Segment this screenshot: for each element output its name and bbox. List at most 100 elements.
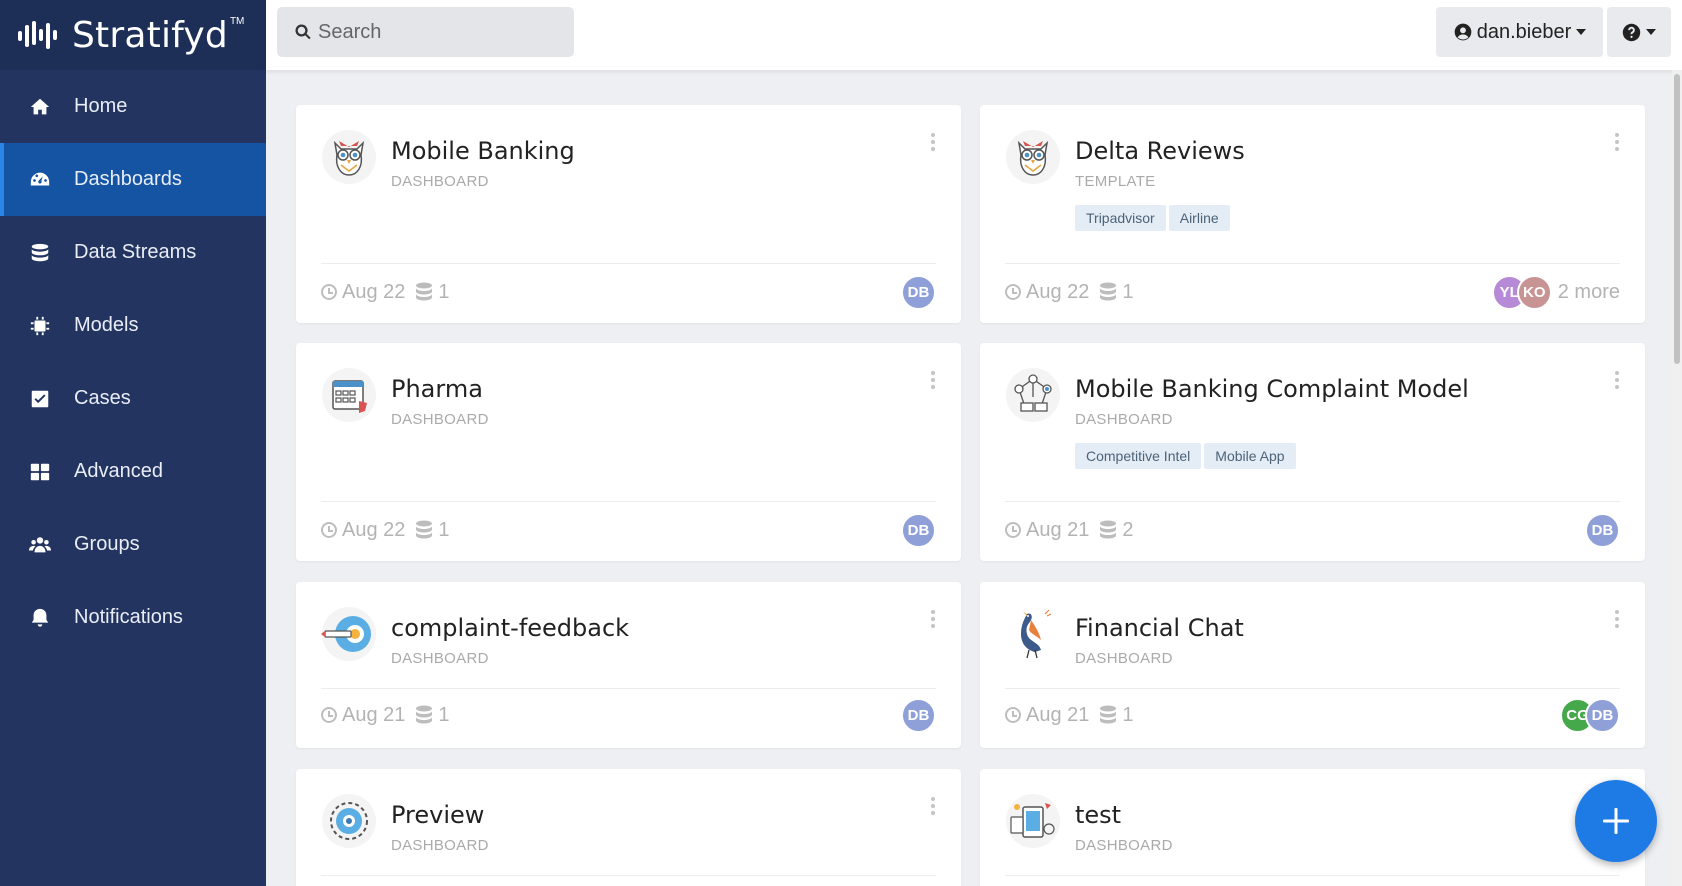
card-footer: Aug 21 1 CG DB — [1005, 697, 1620, 733]
card-meta: Aug 22 1 — [321, 519, 450, 542]
card-meta: Aug 21 1 — [321, 704, 450, 727]
database-icon — [1100, 705, 1117, 724]
card-title[interactable]: complaint-feedback — [391, 614, 629, 642]
search-input[interactable] — [318, 20, 558, 44]
users-icon — [28, 533, 52, 557]
card-divider — [1005, 875, 1620, 876]
grid-icon — [28, 460, 52, 484]
sidebar-item-label: Dashboards — [74, 168, 182, 190]
devices-thumbnail-icon — [1006, 794, 1060, 848]
topbar: dan.bieber — [266, 0, 1682, 70]
card-menu-kebab-icon[interactable] — [1614, 371, 1620, 389]
sidebar-item-notifications[interactable]: Notifications — [0, 581, 266, 654]
card-menu-kebab-icon[interactable] — [930, 797, 936, 815]
card-footer: Aug 22 1 YL KO 2 more — [1005, 274, 1620, 310]
more-owners-link[interactable]: 2 more — [1558, 281, 1620, 304]
search-box[interactable] — [277, 7, 574, 57]
card-footer: Aug 22 1 DB — [321, 274, 936, 310]
card-type: DASHBOARD — [391, 173, 489, 190]
database-icon — [1100, 282, 1117, 301]
card-tags: Competitive Intel Mobile App — [1075, 443, 1296, 469]
tag[interactable]: Competitive Intel — [1075, 443, 1202, 469]
sidebar-nav: Home Dashboards Data Streams Models Case… — [0, 70, 266, 654]
question-circle-icon — [1622, 23, 1641, 41]
dashboard-card[interactable]: complaint-feedback DASHBOARD Aug 21 1 DB — [296, 582, 961, 748]
card-date: Aug 21 — [342, 703, 406, 726]
card-meta: Aug 22 1 — [321, 281, 450, 304]
card-stream-count: 1 — [1122, 703, 1134, 726]
dashboard-card[interactable]: Mobile Banking DASHBOARD Aug 22 1 DB — [296, 105, 961, 323]
network-thumbnail-icon — [1006, 368, 1060, 422]
sidebar-item-groups[interactable]: Groups — [0, 508, 266, 581]
card-date: Aug 22 — [342, 518, 406, 541]
card-title[interactable]: Financial Chat — [1075, 614, 1244, 642]
sidebar-item-dashboards[interactable]: Dashboards — [0, 143, 266, 216]
brand-name: Stratifyd — [72, 14, 228, 56]
dashboard-card[interactable]: Preview DASHBOARD — [296, 769, 961, 886]
check-square-icon — [28, 387, 52, 411]
clock-icon — [321, 522, 337, 538]
card-date: Aug 21 — [1026, 703, 1090, 726]
dashboard-card[interactable]: Pharma DASHBOARD Aug 22 1 DB — [296, 343, 961, 561]
dashboard-card[interactable]: Mobile Banking Complaint Model DASHBOARD… — [980, 343, 1645, 561]
avatar[interactable]: DB — [1585, 697, 1620, 733]
card-menu-kebab-icon[interactable] — [930, 133, 936, 151]
database-icon — [1100, 520, 1117, 539]
card-title[interactable]: Preview — [391, 801, 484, 829]
chevron-down-icon — [1576, 29, 1587, 35]
tag[interactable]: Mobile App — [1204, 443, 1296, 469]
card-owners: YL KO 2 more — [1491, 274, 1620, 310]
dashboard-card[interactable]: test DASHBOARD — [980, 769, 1645, 886]
card-divider — [321, 688, 936, 689]
card-date: Aug 22 — [342, 280, 406, 303]
card-title[interactable]: Delta Reviews — [1075, 137, 1245, 165]
card-meta: Aug 22 1 — [1005, 281, 1134, 304]
target-thumbnail-icon — [321, 607, 376, 661]
card-meta: Aug 21 2 — [1005, 519, 1134, 542]
chevron-down-icon — [1646, 29, 1656, 35]
page-scrollbar[interactable] — [1672, 70, 1682, 886]
tag[interactable]: Tripadvisor — [1075, 205, 1166, 231]
avatar[interactable]: DB — [901, 274, 936, 310]
scrollbar-thumb[interactable] — [1674, 74, 1680, 364]
card-type: DASHBOARD — [1075, 837, 1173, 854]
card-title[interactable]: test — [1075, 801, 1121, 829]
sidebar-item-models[interactable]: Models — [0, 289, 266, 362]
card-divider — [1005, 688, 1620, 689]
card-meta: Aug 21 1 — [1005, 704, 1134, 727]
card-stream-count: 2 — [1122, 518, 1134, 541]
avatar[interactable]: KO — [1516, 274, 1552, 310]
avatar[interactable]: DB — [901, 697, 936, 733]
avatar[interactable]: DB — [1585, 512, 1620, 548]
card-divider — [1005, 501, 1620, 502]
card-menu-kebab-icon[interactable] — [930, 610, 936, 628]
avatar[interactable]: DB — [901, 512, 936, 548]
chip-icon — [28, 314, 52, 338]
create-dashboard-button[interactable] — [1575, 780, 1657, 862]
card-menu-kebab-icon[interactable] — [930, 371, 936, 389]
dashboard-card[interactable]: Delta Reviews TEMPLATE Tripadvisor Airli… — [980, 105, 1645, 323]
sidebar: Stratifyd TM Home Dashboards Data Stream… — [0, 0, 266, 886]
sidebar-item-label: Advanced — [74, 460, 163, 482]
card-stream-count: 1 — [438, 518, 450, 541]
tag[interactable]: Airline — [1168, 205, 1230, 231]
card-title[interactable]: Mobile Banking Complaint Model — [1075, 375, 1469, 403]
user-menu-button[interactable]: dan.bieber — [1436, 7, 1603, 57]
card-menu-kebab-icon[interactable] — [1614, 133, 1620, 151]
card-title[interactable]: Mobile Banking — [391, 137, 575, 165]
brand[interactable]: Stratifyd TM — [0, 0, 266, 70]
sidebar-item-home[interactable]: Home — [0, 70, 266, 143]
sidebar-item-data-streams[interactable]: Data Streams — [0, 216, 266, 289]
sidebar-item-label: Data Streams — [74, 241, 197, 263]
database-icon — [416, 520, 433, 539]
sidebar-item-advanced[interactable]: Advanced — [0, 435, 266, 508]
clock-icon — [1005, 284, 1021, 300]
sidebar-item-label: Groups — [74, 533, 140, 555]
sidebar-item-cases[interactable]: Cases — [0, 362, 266, 435]
card-type: DASHBOARD — [391, 837, 489, 854]
card-menu-kebab-icon[interactable] — [1614, 610, 1620, 628]
card-title[interactable]: Pharma — [391, 375, 483, 403]
sidebar-item-label: Cases — [74, 387, 131, 409]
dashboard-card[interactable]: Financial Chat DASHBOARD Aug 21 1 CG DB — [980, 582, 1645, 748]
help-menu-button[interactable] — [1607, 7, 1671, 57]
